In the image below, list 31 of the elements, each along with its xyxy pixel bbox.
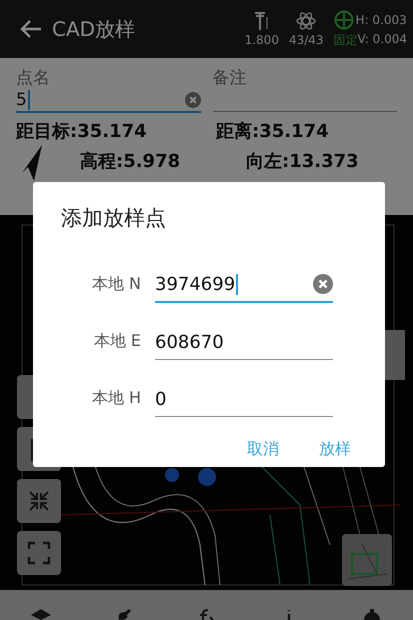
collapse-button[interactable]: [17, 479, 61, 523]
coordinate-field[interactable]: 0: [155, 382, 333, 417]
layers-icon[interactable]: [30, 608, 52, 620]
clear-icon[interactable]: [184, 92, 200, 108]
reading-text: 距目标:35.174: [16, 120, 147, 143]
coordinate-field[interactable]: 608670: [155, 325, 333, 360]
field-label: 点名: [16, 67, 51, 89]
coordinate-label: 本地 E: [92, 331, 142, 352]
satellite-count: 43/43: [288, 33, 324, 47]
reading-text: 向左:13.373: [246, 150, 359, 173]
antenna-height: 1.800: [244, 33, 279, 47]
field-label: 备注: [212, 67, 248, 89]
fullscreen-icon: [27, 541, 51, 565]
coordinate-label: 本地 H: [90, 388, 142, 409]
crosshair-icon: [334, 10, 354, 30]
satellite-icon: [295, 11, 318, 31]
fix-status: 固定: [334, 32, 358, 48]
clear-icon[interactable]: [313, 274, 333, 294]
vertical-precision: V: 0.004: [358, 32, 407, 48]
direction-arrow-icon: [22, 145, 42, 181]
reading-text: 距离:35.174: [216, 120, 329, 143]
reading-text: 高程:5.978: [80, 150, 180, 173]
coordinate-label: 本地 N: [90, 274, 142, 295]
coordinate-field[interactable]: 3974699: [155, 267, 333, 303]
screen-title: CAD放样: [52, 16, 136, 42]
back-arrow-icon[interactable]: [20, 19, 42, 39]
collapse-icon: [27, 489, 51, 513]
horizontal-precision: H: 0.003: [356, 12, 407, 26]
point-name-field[interactable]: 5: [16, 89, 200, 113]
fullscreen-button[interactable]: [17, 531, 61, 575]
dialog-title: 添加放样点: [61, 205, 167, 232]
